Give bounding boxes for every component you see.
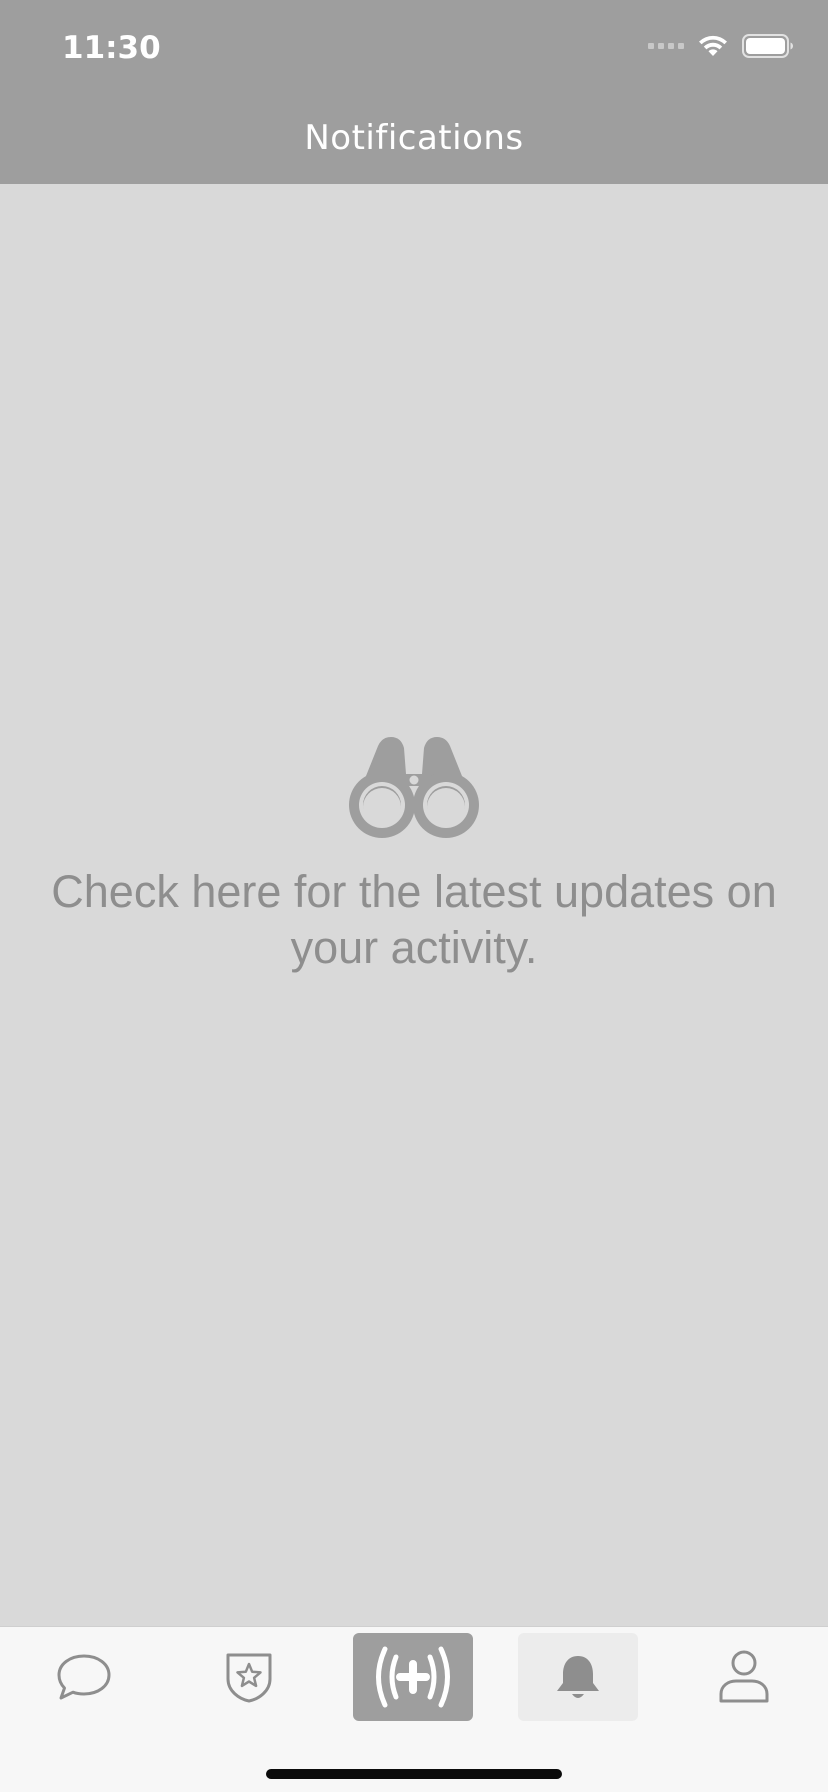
tab-notifications[interactable] (518, 1633, 638, 1721)
binoculars-icon (349, 737, 479, 838)
empty-state-message: Check here for the latest updates on you… (51, 866, 777, 973)
status-bar: 11:30 (0, 0, 828, 100)
broadcast-plus-icon (376, 1646, 450, 1708)
battery-icon (742, 34, 793, 58)
tab-favorites[interactable] (189, 1633, 309, 1721)
cellular-signal-icon (648, 43, 684, 49)
home-indicator (266, 1769, 562, 1779)
tab-profile[interactable] (684, 1633, 804, 1721)
status-time: 11:30 (62, 30, 161, 66)
empty-state: Check here for the latest updates on you… (0, 734, 828, 976)
notifications-content: Check here for the latest updates on you… (0, 184, 828, 1626)
star-shield-icon (226, 1653, 272, 1703)
person-icon (719, 1650, 769, 1703)
tab-bar (0, 1626, 828, 1792)
tab-live[interactable] (353, 1633, 473, 1721)
tab-messages[interactable] (24, 1633, 144, 1721)
chat-bubble-icon (57, 1654, 111, 1700)
status-icons (648, 34, 794, 58)
page-title: Notifications (304, 118, 524, 158)
wifi-icon (699, 35, 727, 56)
bell-icon (557, 1656, 599, 1698)
navigation-bar: Notifications (0, 100, 828, 184)
